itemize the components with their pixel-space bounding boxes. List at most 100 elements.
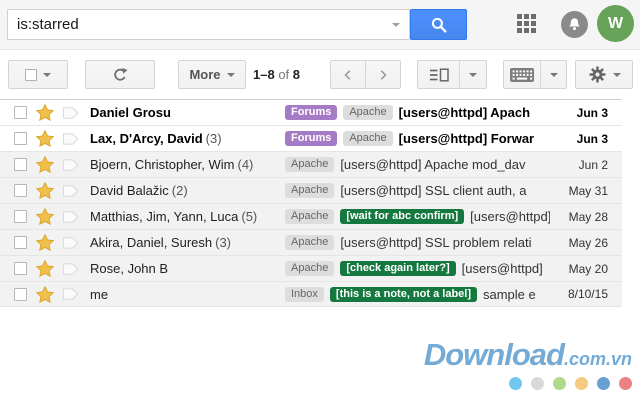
select-checkbox xyxy=(25,68,37,81)
search-dropdown-caret-icon[interactable] xyxy=(392,23,400,27)
row-checkbox[interactable] xyxy=(14,132,27,145)
star-icon[interactable] xyxy=(36,104,54,121)
date-label: May 26 xyxy=(568,235,608,250)
date-label: 8/10/15 xyxy=(567,287,608,301)
importance-marker-icon[interactable] xyxy=(62,236,79,250)
importance-marker-icon[interactable] xyxy=(62,262,79,276)
avatar[interactable]: W xyxy=(597,5,634,42)
thread-count: (2) xyxy=(171,183,188,198)
row-checkbox[interactable] xyxy=(14,287,27,301)
email-row[interactable]: Lax, D'Arcy, David (3) Forums Apache [users… xyxy=(0,125,622,151)
watermark-dot xyxy=(597,377,610,390)
watermark-dot xyxy=(553,377,566,390)
sender: Daniel Grosu xyxy=(90,105,285,120)
sender: Rose, John B xyxy=(90,261,285,276)
row-content: Forums Apache [users@httpd] Forwar xyxy=(285,131,550,146)
row-checkbox[interactable] xyxy=(14,262,27,275)
email-row[interactable]: Daniel Grosu Forums Apache [users@httpd] A… xyxy=(0,99,622,125)
older-button[interactable] xyxy=(365,60,401,89)
notifications-button[interactable] xyxy=(561,11,588,38)
label-chip[interactable]: Apache xyxy=(343,105,393,120)
date-label: Jun 3 xyxy=(576,131,608,146)
more-button[interactable]: More xyxy=(178,60,246,89)
star-icon[interactable] xyxy=(36,182,54,199)
subject: [users@httpd] Apach xyxy=(398,105,531,120)
note-chip[interactable]: [this is a note, not a label] xyxy=(329,286,477,302)
label-chip[interactable]: Apache xyxy=(285,261,335,276)
label-chip[interactable]: Forums xyxy=(285,131,338,146)
sender-name: David Balažic xyxy=(90,183,169,198)
star-icon[interactable] xyxy=(36,208,54,225)
newer-button[interactable] xyxy=(330,60,366,89)
thread-count: (3) xyxy=(205,131,222,146)
watermark-dot xyxy=(509,377,522,390)
circular-arrow-icon xyxy=(114,67,128,81)
star-icon[interactable] xyxy=(36,130,54,147)
chevron-left-icon xyxy=(344,69,351,80)
importance-marker-icon[interactable] xyxy=(62,106,79,120)
gmail-window: W More 1–8 of 8 xyxy=(0,0,640,400)
star-icon[interactable] xyxy=(36,156,54,173)
importance-marker-icon[interactable] xyxy=(62,184,79,198)
row-content: Apache [wait for abc confirm] [users@httpd… xyxy=(285,209,550,224)
email-row[interactable]: David Balažic (2) Apache [users@httpd] SSL… xyxy=(0,177,622,203)
row-checkbox[interactable] xyxy=(14,210,27,223)
label-chip[interactable]: Apache xyxy=(343,131,393,146)
top-bar: W xyxy=(0,0,640,50)
subject: [users@httpd] Apache mod_dav xyxy=(340,157,526,172)
importance-marker-icon[interactable] xyxy=(62,132,79,146)
importance-marker-icon[interactable] xyxy=(62,210,79,224)
star-icon[interactable] xyxy=(36,260,54,277)
input-tools-button[interactable] xyxy=(503,60,567,89)
sender: Bjoern, Christopher, Wim (4) xyxy=(90,157,285,172)
dropdown-caret-icon xyxy=(226,72,235,77)
email-row[interactable]: Matthias, Jim, Yann, Luca (5) Apache [wait… xyxy=(0,203,622,229)
label-chip[interactable]: Inbox xyxy=(285,286,324,302)
label-chip[interactable]: Apache xyxy=(285,209,335,224)
label-chip[interactable]: Apache xyxy=(285,183,335,198)
select-all-button[interactable] xyxy=(8,60,68,89)
subject: [users@httpd] Forwar xyxy=(398,131,535,146)
importance-marker-icon[interactable] xyxy=(62,287,79,301)
search-input[interactable] xyxy=(7,9,410,40)
dropdown-caret-icon xyxy=(469,72,478,77)
gear-icon xyxy=(588,66,606,83)
email-row[interactable]: Akira, Daniel, Suresh (3) Apache [users@ht… xyxy=(0,229,622,255)
sender: me xyxy=(90,287,285,302)
thread-count: (3) xyxy=(215,235,232,250)
sender: Matthias, Jim, Yann, Luca (5) xyxy=(90,209,285,224)
refresh-button[interactable] xyxy=(85,60,155,89)
apps-grid-icon[interactable] xyxy=(517,14,537,34)
sender-name: Bjoern, Christopher, Wim xyxy=(90,157,235,172)
view-toggle-button[interactable] xyxy=(417,60,487,89)
subject: [users@httpd] xyxy=(470,209,550,224)
settings-button[interactable] xyxy=(575,60,633,89)
row-checkbox[interactable] xyxy=(14,236,27,249)
email-row[interactable]: Rose, John B Apache [check again later?] [… xyxy=(0,255,622,281)
row-checkbox[interactable] xyxy=(14,106,27,119)
star-icon[interactable] xyxy=(36,285,54,303)
dropdown-caret-icon xyxy=(43,72,51,77)
thread-count: (5) xyxy=(241,209,258,224)
email-list: Daniel Grosu Forums Apache [users@httpd] A… xyxy=(0,99,622,307)
email-row[interactable]: me Inbox [this is a note, not a label] sam… xyxy=(0,281,622,307)
sender-name: Matthias, Jim, Yann, Luca xyxy=(90,209,239,224)
importance-marker-icon[interactable] xyxy=(62,158,79,172)
search-button[interactable] xyxy=(410,9,467,40)
dropdown-caret-icon xyxy=(612,72,621,77)
label-chip[interactable]: Forums xyxy=(285,105,338,120)
star-icon[interactable] xyxy=(36,234,54,251)
label-chip[interactable]: Apache xyxy=(285,235,335,250)
row-checkbox[interactable] xyxy=(14,184,27,197)
toolbar: More 1–8 of 8 xyxy=(0,50,640,99)
row-checkbox[interactable] xyxy=(14,158,27,171)
label-chip[interactable]: Apache xyxy=(285,157,335,172)
note-chip[interactable]: [check again later?] xyxy=(340,261,456,276)
watermark-brand: Download xyxy=(423,337,565,372)
email-row[interactable]: Bjoern, Christopher, Wim (4) Apache [users… xyxy=(0,151,622,177)
sender-name: Lax, D'Arcy, David xyxy=(90,131,203,146)
note-chip[interactable]: [wait for abc confirm] xyxy=(340,209,465,224)
pagination-total: 8 xyxy=(292,67,301,82)
watermark-text: Download.com.vn xyxy=(423,337,632,374)
date-label: May 28 xyxy=(568,209,608,224)
